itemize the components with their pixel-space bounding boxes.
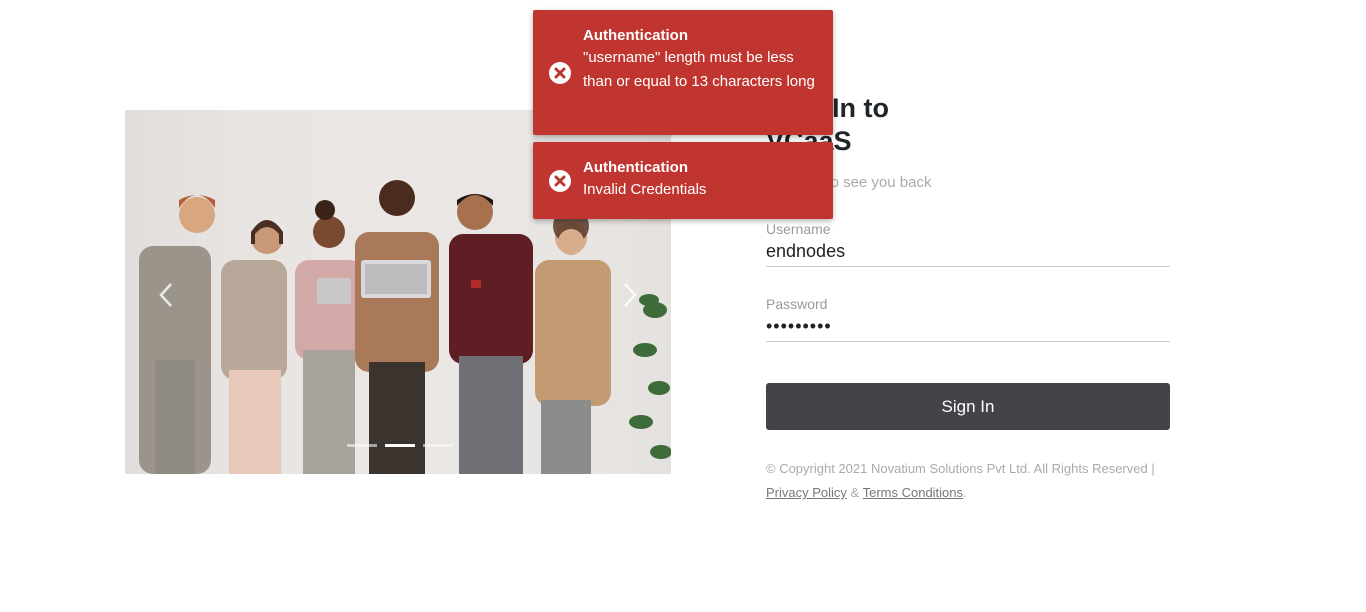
copyright-text: © Copyright 2021 Novatium Solutions Pvt … [766, 461, 1155, 476]
chevron-left-icon [159, 283, 172, 307]
error-circle-icon [549, 62, 571, 84]
carousel-indicator[interactable] [347, 444, 377, 447]
password-field-group: Password [766, 296, 1170, 342]
password-label: Password [766, 296, 828, 312]
username-field-group: Username [766, 221, 1170, 267]
toast-title: Authentication [583, 159, 688, 176]
footer: © Copyright 2021 Novatium Solutions Pvt … [766, 457, 1186, 505]
carousel-indicator-active[interactable] [385, 444, 415, 447]
carousel-prev-button[interactable] [155, 280, 179, 310]
sign-in-button[interactable]: Sign In [766, 383, 1170, 430]
footer-ampersand: & [846, 485, 863, 500]
username-input[interactable] [766, 237, 1170, 267]
carousel-indicators [347, 444, 453, 447]
error-toast[interactable]: Authentication Invalid Credentials [533, 142, 833, 219]
terms-conditions-link[interactable]: Terms Conditions [863, 485, 963, 500]
toast-message: Invalid Credentials [583, 181, 707, 198]
password-input[interactable] [766, 312, 1170, 342]
privacy-policy-link[interactable]: Privacy Policy [766, 485, 847, 500]
error-toast[interactable]: Authentication "username" length must be… [533, 10, 833, 135]
error-circle-icon [549, 170, 571, 192]
carousel-indicator[interactable] [423, 444, 453, 447]
footer-period: . [963, 485, 967, 500]
chevron-right-icon [624, 283, 637, 307]
toast-message: "username" length must be less than or e… [583, 49, 815, 90]
carousel-next-button[interactable] [617, 280, 641, 310]
toast-title: Authentication [583, 27, 688, 44]
username-label: Username [766, 221, 831, 237]
